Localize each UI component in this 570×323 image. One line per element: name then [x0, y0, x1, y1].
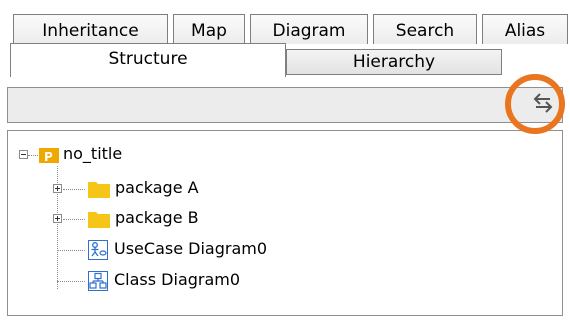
swap-arrows-icon	[532, 91, 554, 119]
tree-toolbar	[7, 87, 563, 123]
model-tree[interactable]: P no_title package A package B UseCase D…	[7, 130, 563, 316]
class-diagram-icon	[88, 271, 108, 291]
tree-node-usecase-diagram[interactable]: UseCase Diagram0	[8, 238, 368, 262]
structure-panel: Inheritance Map Diagram Search Alias Str…	[0, 0, 570, 323]
expand-icon[interactable]	[53, 214, 62, 223]
tree-node-label: package B	[115, 208, 199, 227]
tree-node-label: UseCase Diagram0	[114, 239, 268, 258]
tab-bar-bottom: Structure Hierarchy	[10, 43, 568, 77]
collapse-icon[interactable]	[19, 150, 28, 159]
folder-icon	[88, 180, 110, 198]
tab-alias[interactable]: Alias	[482, 14, 568, 44]
tab-inheritance[interactable]: Inheritance	[13, 14, 168, 44]
tree-node-label: no_title	[63, 144, 123, 163]
tab-map[interactable]: Map	[173, 14, 245, 44]
tab-diagram[interactable]: Diagram	[250, 14, 368, 44]
tab-structure[interactable]: Structure	[10, 43, 286, 77]
tab-bar-top: Inheritance Map Diagram Search Alias	[13, 14, 568, 44]
usecase-diagram-icon	[88, 240, 108, 260]
svg-text:P: P	[44, 150, 53, 164]
tree-node-root[interactable]: P no_title	[8, 143, 308, 167]
folder-icon	[88, 210, 110, 228]
tree-node-class-diagram[interactable]: Class Diagram0	[8, 269, 368, 293]
swap-arrows-button[interactable]	[530, 92, 556, 118]
tab-search[interactable]: Search	[373, 14, 477, 44]
tree-node-label: Class Diagram0	[114, 270, 241, 289]
project-icon: P	[39, 145, 59, 165]
tree-node-label: package A	[115, 178, 199, 197]
tree-node-package-b[interactable]: package B	[8, 207, 308, 231]
tree-node-package-a[interactable]: package A	[8, 177, 308, 201]
tab-hierarchy[interactable]: Hierarchy	[286, 49, 502, 75]
expand-icon[interactable]	[53, 184, 62, 193]
